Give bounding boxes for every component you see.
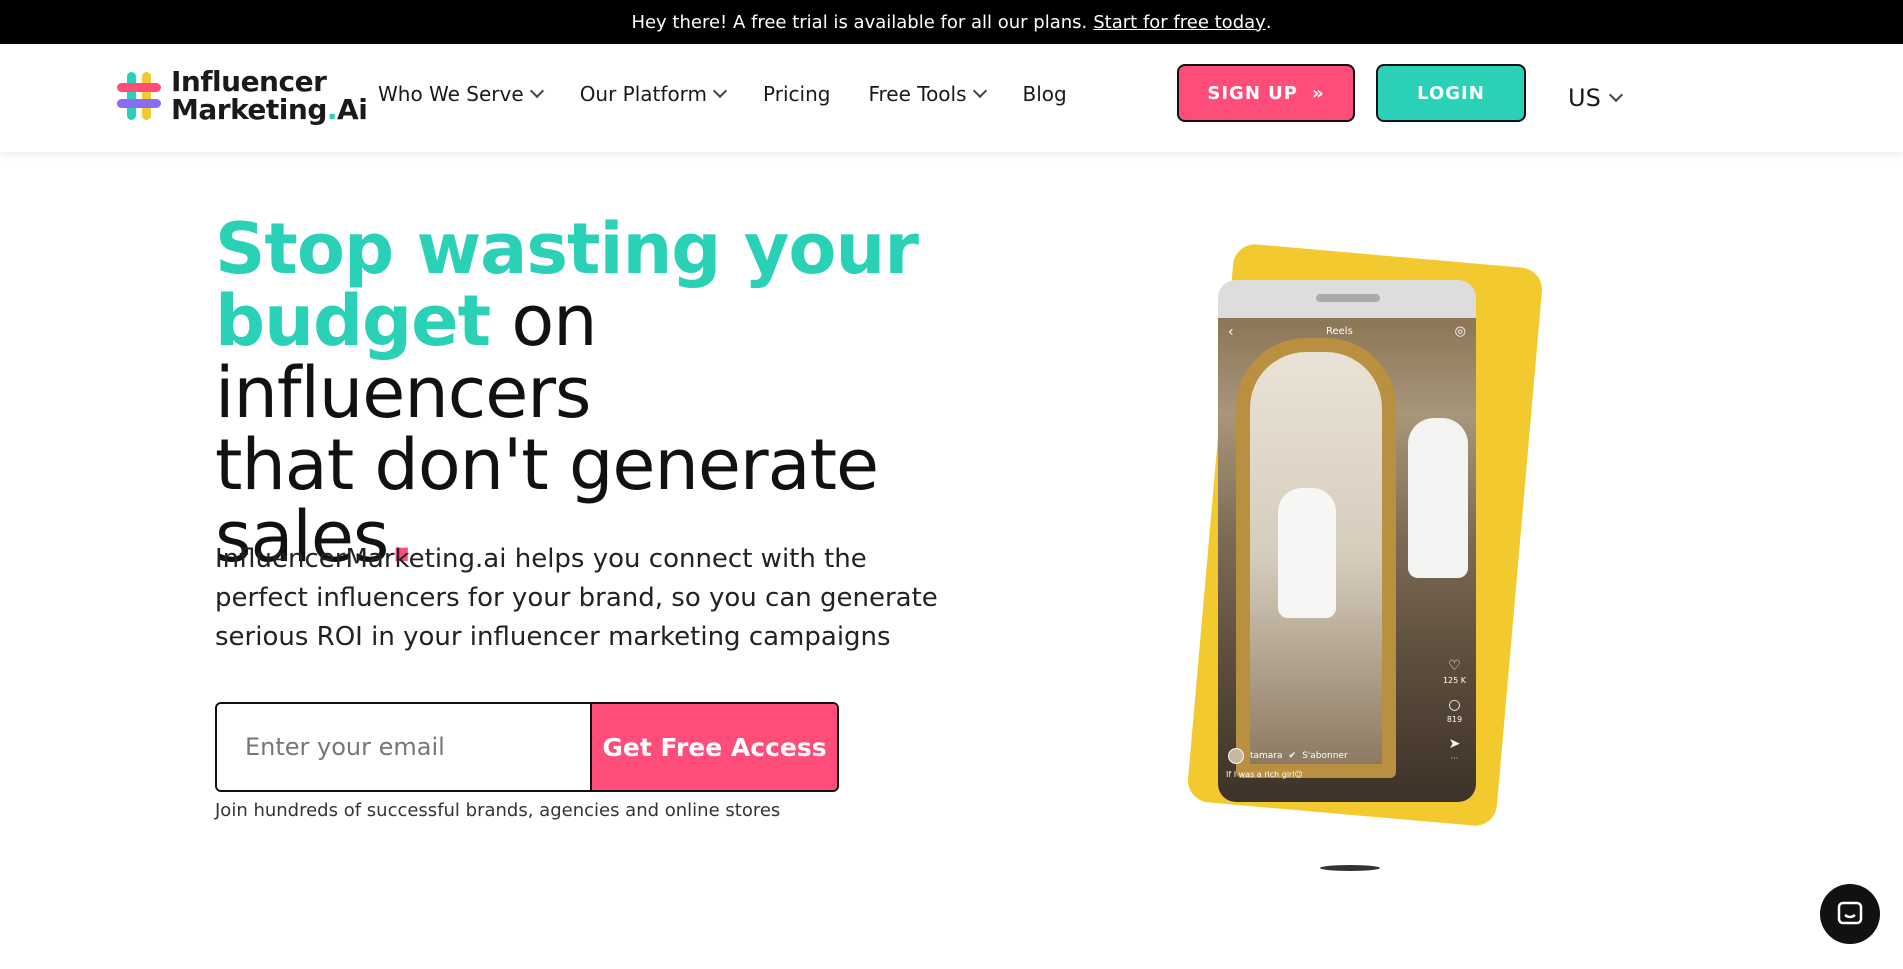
heart-icon: ♡: [1448, 658, 1461, 674]
hero-subtitle: InfluencerMarketing.ai helps you connect…: [215, 544, 938, 652]
phone-mockup: ‹ Reels ◎ ♡ 125 K ○ 819 ➤ ··· tamara ✔ S…: [1180, 242, 1544, 871]
comments-count: 819: [1446, 715, 1463, 724]
logo-ai: Ai: [337, 93, 368, 126]
nav-label: Our Platform: [579, 82, 708, 106]
reel-actions: ♡ 125 K ○ 819 ➤ ···: [1443, 658, 1466, 763]
announcement-period: .: [1265, 11, 1272, 33]
reel-caption: If I was a rich girl😉: [1226, 770, 1303, 779]
chevron-down-icon: [972, 83, 987, 99]
nav-label: Pricing: [763, 82, 831, 106]
signup-label: SIGN UP: [1207, 82, 1298, 104]
email-input[interactable]: [217, 704, 590, 790]
nav-pricing[interactable]: Pricing: [763, 82, 830, 106]
person-figure: [1408, 418, 1468, 578]
camera-icon: ◎: [1454, 324, 1466, 339]
back-icon: ‹: [1228, 324, 1234, 340]
reel-username: tamara: [1250, 751, 1283, 761]
phone-notch: [1316, 294, 1380, 302]
social-proof-text: Join hundreds of successful brands, agen…: [215, 800, 781, 821]
locale-label: US: [1568, 84, 1601, 112]
site-header: Influencer Marketing.Ai Who We Serve Our…: [0, 44, 1903, 152]
signup-button[interactable]: SIGN UP »: [1177, 64, 1355, 122]
verified-icon: ✔: [1288, 751, 1297, 761]
announcement-text: Hey there! A free trial is available for…: [631, 11, 1088, 33]
share-icon: ➤: [1448, 736, 1461, 752]
logo-dot: .: [326, 93, 338, 126]
double-chevron-right-icon: »: [1311, 82, 1325, 104]
email-signup-form: Get Free Access: [215, 702, 839, 792]
start-free-link[interactable]: Start for free today: [1093, 12, 1266, 33]
nav-free-tools[interactable]: Free Tools: [868, 82, 987, 106]
login-button[interactable]: LOGIN: [1376, 64, 1526, 122]
chevron-down-icon: [1608, 87, 1623, 103]
logo-wordmark: Influencer Marketing.Ai: [171, 65, 368, 126]
phone-frame: ‹ Reels ◎ ♡ 125 K ○ 819 ➤ ··· tamara ✔ S…: [1218, 280, 1476, 802]
nav-who-we-serve[interactable]: Who We Serve: [378, 82, 544, 106]
chevron-down-icon: [529, 83, 544, 99]
nav-label: Free Tools: [868, 82, 967, 106]
nav-blog[interactable]: Blog: [1023, 82, 1067, 106]
nav-our-platform[interactable]: Our Platform: [579, 82, 728, 106]
logo-line-1: Influencer: [171, 65, 327, 98]
reel-video: ‹ Reels ◎ ♡ 125 K ○ 819 ➤ ··· tamara ✔ S…: [1218, 318, 1476, 802]
hashtag-logo-icon: [117, 72, 161, 120]
logo[interactable]: Influencer Marketing.Ai: [115, 65, 368, 126]
subscribe-label: S'abonner: [1302, 751, 1348, 761]
login-label: LOGIN: [1417, 82, 1485, 104]
hero-title-part-2: that don't generate: [215, 424, 879, 506]
nav-label: Blog: [1022, 82, 1067, 106]
hero-title: Stop wasting your budget on influencers …: [215, 213, 975, 573]
main-nav: Who We Serve Our Platform Pricing Free T…: [378, 82, 1067, 106]
reels-label: Reels: [1326, 326, 1353, 337]
likes-count: 125 K: [1442, 676, 1466, 685]
nav-label: Who We Serve: [378, 82, 524, 106]
comment-icon: ○: [1448, 697, 1461, 713]
avatar: [1228, 748, 1244, 764]
phone-shadow: [1320, 865, 1380, 871]
locale-selector[interactable]: US: [1568, 84, 1623, 112]
logo-marketing: Marketing: [171, 93, 327, 126]
chevron-down-icon: [712, 83, 728, 99]
chat-icon: [1837, 901, 1863, 925]
more-icon: ···: [1450, 754, 1459, 763]
reflection-figure: [1278, 488, 1336, 618]
logo-line-2: Marketing.Ai: [171, 93, 368, 126]
announcement-bar: Hey there! A free trial is available for…: [0, 0, 1903, 44]
chat-widget-button[interactable]: [1820, 884, 1880, 944]
reel-user: tamara ✔ S'abonner: [1228, 748, 1348, 764]
get-free-access-button[interactable]: Get Free Access: [590, 704, 837, 790]
